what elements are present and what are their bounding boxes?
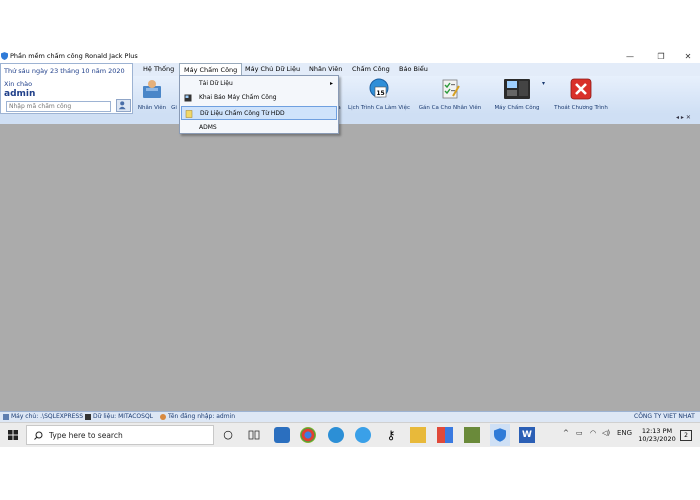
menu-system[interactable]: Hệ Thống [139, 63, 178, 76]
status-server: Máy chủ: .\SQLEXPRESS [11, 413, 84, 420]
time-clock-device-icon [504, 79, 530, 99]
ribbon-assign-shift-button[interactable]: Gán Ca Cho Nhân Viên [415, 76, 485, 114]
employees-folder-icon [143, 80, 161, 98]
taskbar-app-icon-4[interactable] [355, 427, 371, 443]
taskbar-app-icon-1[interactable] [274, 427, 290, 443]
exit-x-icon [570, 78, 592, 100]
mdi-workspace [0, 124, 700, 411]
windows-start-icon[interactable] [8, 430, 18, 440]
status-login: Tên đăng nhập: admin [168, 413, 236, 420]
user-icon [160, 414, 166, 420]
speaker-icon[interactable]: ◁) [602, 429, 610, 437]
wifi-icon[interactable]: ◠ [590, 429, 596, 437]
task-view-icon[interactable] [246, 427, 262, 443]
taskbar-key-icon[interactable]: ⚷ [383, 427, 399, 443]
status-database: Dữ liệu: MITACOSQL [93, 413, 154, 420]
taskbar-app-icon-7[interactable] [437, 427, 453, 443]
ribbon-hidden-label-a: Gi [171, 105, 177, 111]
search-icon [34, 431, 43, 440]
menu-reports[interactable]: Báo Biểu [395, 63, 432, 76]
menu-item-declare-device-label: Khai Báo Máy Chấm Công [199, 94, 277, 101]
menu-item-adms[interactable]: ADMS [181, 121, 337, 135]
ribbon-exit-label: Thoát Chương Trình [554, 105, 608, 111]
taskbar-search-placeholder: Type here to search [49, 431, 123, 440]
chrome-icon[interactable] [300, 427, 316, 443]
taskbar-date: 10/23/2020 [638, 435, 676, 443]
menu-attendance[interactable]: Chấm Công [348, 63, 394, 76]
tab-scroll-arrows[interactable]: ◂ ▸ ✕ [676, 114, 691, 121]
menu-item-adms-label: ADMS [199, 124, 217, 131]
menu-item-hdd-data-label: Dữ Liệu Chấm Công Từ HDD [200, 110, 285, 117]
word-icon[interactable]: W [519, 427, 535, 443]
taskbar-app-icon-3[interactable] [328, 427, 344, 443]
checklist-icon [442, 79, 460, 99]
cortana-icon[interactable]: ○ [220, 427, 236, 443]
window-title-bar[interactable]: Phần mềm chấm công Ronald Jack Plus — ❐ … [0, 50, 700, 63]
greeting-label: Xin chào [4, 80, 33, 88]
server-icon [3, 414, 9, 420]
menu-item-download-data-label: Tải Dữ Liệu [199, 80, 233, 87]
database-icon [85, 414, 91, 420]
ribbon-time-clock-label: Máy Chấm Công [494, 105, 540, 111]
user-info-panel: Thứ sáu ngày 23 tháng 10 năm 2020 Xin ch… [0, 63, 133, 114]
current-date: Thứ sáu ngày 23 tháng 10 năm 2020 [4, 67, 125, 75]
language-indicator[interactable]: ENG [617, 429, 632, 437]
ribbon-employees-button[interactable]: Nhân Viên [135, 76, 169, 114]
shield-app-icon [1, 52, 8, 60]
attendance-code-input[interactable] [6, 101, 111, 112]
ribbon-exit-button[interactable]: Thoát Chương Trình [549, 76, 613, 114]
menu-item-declare-device[interactable]: Khai Báo Máy Chấm Công [181, 91, 337, 105]
ribbon-employees-label: Nhân Viên [137, 105, 167, 111]
time-clock-dropdown-menu: Tải Dữ Liệu ▸ Khai Báo Máy Chấm Công Dữ … [179, 75, 339, 134]
ribbon-time-clock-button[interactable]: Máy Chấm Công ▾ [489, 76, 545, 114]
menu-item-hdd-data[interactable]: Dữ Liệu Chấm Công Từ HDD [181, 106, 337, 120]
file-explorer-icon[interactable] [410, 427, 426, 443]
device-icon [184, 94, 192, 102]
submenu-arrow-icon: ▸ [329, 80, 333, 87]
username-label: admin [4, 89, 36, 99]
windows-taskbar: Type here to search ○ ⚷ W ^ ▭ ◠ ◁) ENG 1… [0, 422, 700, 447]
hdd-file-icon [185, 110, 193, 118]
active-app-highlight[interactable] [490, 424, 510, 446]
notification-center-icon[interactable]: 2 [680, 430, 692, 441]
taskbar-search-box[interactable]: Type here to search [26, 425, 214, 445]
maximize-button[interactable]: ❐ [651, 50, 671, 63]
lookup-user-button[interactable] [116, 99, 131, 112]
network-icon[interactable]: ▭ [576, 429, 583, 437]
chevron-down-icon[interactable]: ▾ [542, 80, 545, 87]
menu-item-download-data[interactable]: Tải Dữ Liệu ▸ [181, 77, 337, 91]
ribbon-shift-schedule-button[interactable]: 15 Lịch Trình Ca Làm Việc [346, 76, 412, 114]
status-company: CÔNG TY VIET NHAT [634, 413, 695, 420]
minimize-button[interactable]: — [620, 50, 640, 63]
taskbar-time: 12:13 PM [641, 427, 673, 435]
user-search-icon [118, 101, 126, 110]
calendar-day-number: 15 [376, 90, 384, 97]
shield-taskbar-icon [494, 428, 506, 442]
ribbon-shift-schedule-label: Lịch Trình Ca Làm Việc [348, 105, 410, 111]
taskbar-clock[interactable]: 12:13 PM 10/23/2020 [638, 427, 676, 443]
ribbon-hidden-button-a[interactable]: Gi [169, 76, 179, 114]
ribbon-assign-shift-label: Gán Ca Cho Nhân Viên [418, 105, 482, 111]
calendar-clock-icon: 15 [369, 78, 389, 98]
taskbar-app-icon-8[interactable] [464, 427, 480, 443]
window-title: Phần mềm chấm công Ronald Jack Plus [10, 52, 138, 60]
chevron-up-icon[interactable]: ^ [563, 429, 569, 437]
close-button[interactable]: ✕ [678, 50, 698, 63]
